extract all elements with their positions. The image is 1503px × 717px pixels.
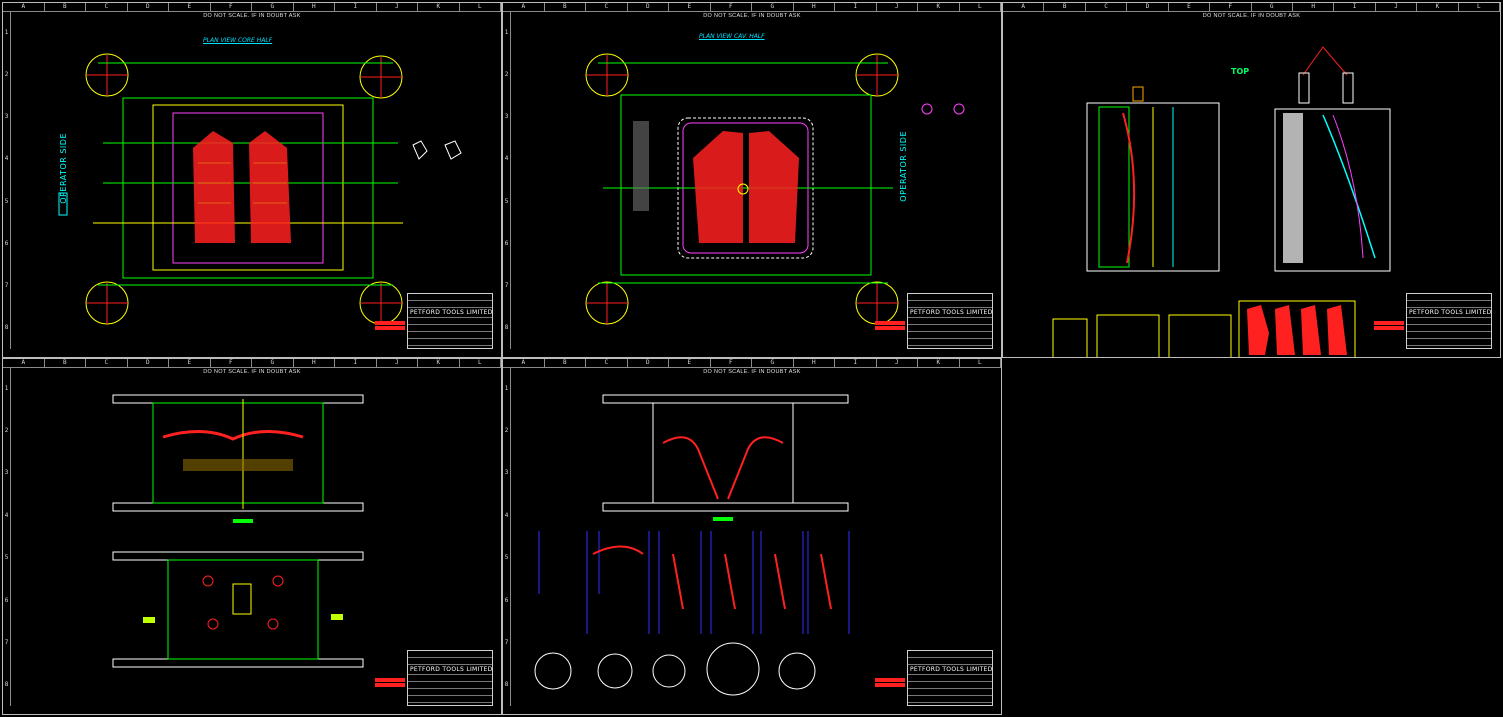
title-block: PETFORD TOOLS LIMITED: [407, 293, 493, 349]
title-block: PETFORD TOOLS LIMITED: [907, 293, 993, 349]
company-name: PETFORD TOOLS LIMITED: [408, 309, 492, 318]
title-block: PETFORD TOOLS LIMITED: [1406, 293, 1492, 349]
company-name: PETFORD TOOLS LIMITED: [908, 666, 992, 675]
title-block: PETFORD TOOLS LIMITED: [907, 650, 993, 706]
drawing-sheet-details[interactable]: ABCDEFGHIJKL 12345678 DO NOT SCALE. IF I…: [502, 358, 1002, 715]
drawing-sheet-plan-cavity[interactable]: ABCDEFGHIJKL 12345678 DO NOT SCALE. IF I…: [502, 2, 1002, 358]
company-name: PETFORD TOOLS LIMITED: [908, 309, 992, 318]
approval-stamp: [875, 678, 905, 692]
title-block: PETFORD TOOLS LIMITED: [407, 650, 493, 706]
drawing-sheet-sections[interactable]: ABCDEFGHIJKL DO NOT SCALE. IF IN DOUBT A…: [1002, 2, 1501, 358]
approval-stamp: [875, 321, 905, 335]
drawing-sheet-plan-core[interactable]: ABCDEFGHIJKL 12345678 DO NOT SCALE. IF I…: [2, 2, 502, 358]
approval-stamp: [375, 678, 405, 692]
company-name: PETFORD TOOLS LIMITED: [1407, 309, 1491, 318]
approval-stamp: [1374, 321, 1404, 335]
company-name: PETFORD TOOLS LIMITED: [408, 666, 492, 675]
drawing-sheet-elevations[interactable]: ABCDEFGHIJKL 12345678 DO NOT SCALE. IF I…: [2, 358, 502, 715]
approval-stamp: [375, 321, 405, 335]
